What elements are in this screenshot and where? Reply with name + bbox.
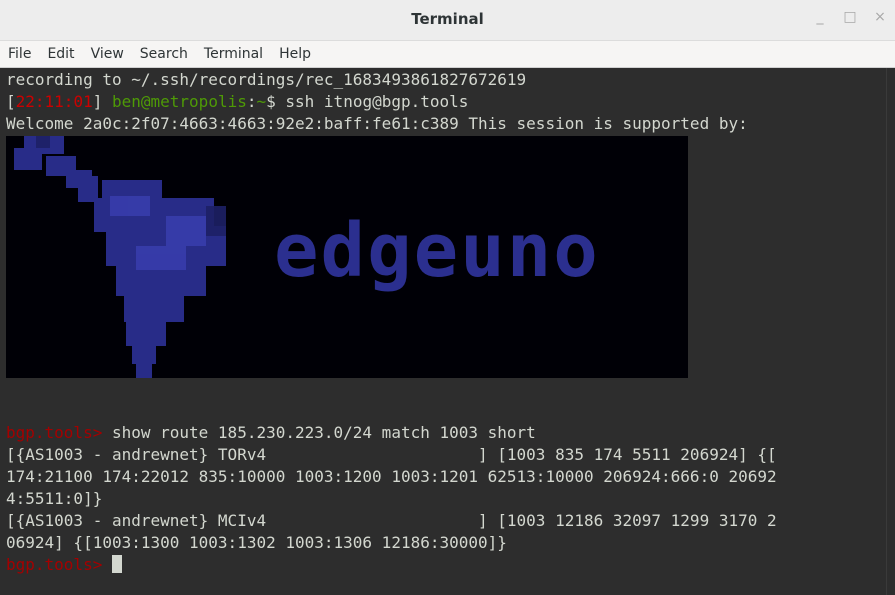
bracket-open: [ [6, 92, 16, 111]
scrollbar[interactable] [886, 68, 895, 595]
menu-terminal[interactable]: Terminal [196, 46, 271, 62]
minimize-button[interactable]: _ [813, 9, 827, 25]
logo-text: edgeuno [274, 208, 600, 294]
prompt-user-host: ben@metropolis [111, 92, 247, 111]
menu-search[interactable]: Search [132, 46, 196, 62]
menu-view[interactable]: View [83, 46, 132, 62]
bgp-prompt-2: bgp.tools> [6, 555, 103, 574]
menu-file[interactable]: File [0, 46, 39, 62]
recording-line: recording to ~/.ssh/recordings/rec_16834… [6, 70, 527, 89]
edgeuno-logo-graphic: edgeuno [6, 136, 688, 378]
text-cursor [111, 555, 122, 573]
close-button[interactable]: × [873, 9, 887, 25]
welcome-line: Welcome 2a0c:2f07:4663:4663:92e2:baff:fe… [6, 114, 748, 133]
prompt-path: ~ [256, 92, 267, 111]
bgp-command-line: bgp.tools> show route 185.230.223.0/24 m… [6, 422, 536, 444]
sponsor-logo: edgeuno [6, 136, 688, 378]
terminal-window: Terminal _ □ × File Edit View Search Ter… [0, 0, 895, 595]
output-line: 174:21100 174:22012 835:10000 1003:1200 … [6, 467, 777, 486]
maximize-button[interactable]: □ [843, 9, 857, 25]
bracket-close: ] [92, 92, 103, 111]
prompt-dollar: $ [266, 92, 286, 111]
menu-edit[interactable]: Edit [39, 46, 82, 62]
menu-help[interactable]: Help [271, 46, 319, 62]
shell-prompt-line: [22:11:01] ben@metropolis:~$ ssh itnog@b… [6, 91, 468, 113]
bgp-command: show route 185.230.223.0/24 match 1003 s… [102, 423, 536, 442]
output-line: 06924] {[1003:1300 1003:1302 1003:1306 1… [6, 533, 507, 552]
bgp-prompt-line[interactable]: bgp.tools> [6, 554, 122, 576]
prompt-time: 22:11:01 [15, 92, 93, 111]
output-line: [{AS1003 - andrewnet} MCIv4 ] [1003 1218… [6, 511, 777, 530]
ssh-command: ssh itnog@bgp.tools [285, 92, 469, 111]
window-title: Terminal [411, 10, 484, 28]
output-line: 4:5511:0]} [6, 489, 103, 508]
output-line: [{AS1003 - andrewnet} TORv4 ] [1003 835 … [6, 445, 777, 464]
window-controls: _ □ × [813, 9, 887, 25]
menu-bar: File Edit View Search Terminal Help [0, 41, 895, 68]
title-bar[interactable]: Terminal _ □ × [0, 0, 895, 41]
bgp-prompt: bgp.tools> [6, 423, 103, 442]
